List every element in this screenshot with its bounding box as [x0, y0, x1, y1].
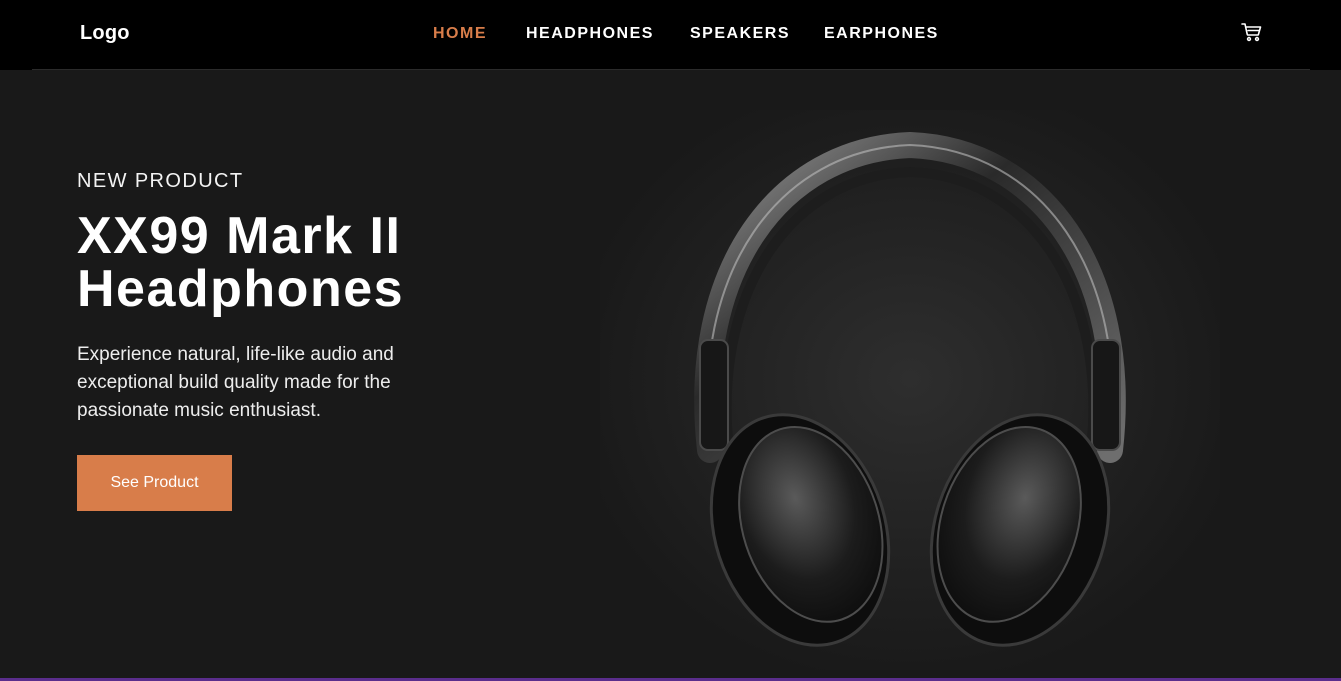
page: Logo HOME HEADPHONES SPEAKERS EARPHONES … — [0, 0, 1341, 681]
see-product-button[interactable]: See Product — [77, 455, 232, 511]
site-header: Logo HOME HEADPHONES SPEAKERS EARPHONES — [0, 0, 1341, 70]
hero-overline: NEW PRODUCT — [77, 170, 244, 192]
cart-icon[interactable] — [1240, 20, 1264, 44]
hero-section: NEW PRODUCT XX99 Mark II Headphones Expe… — [0, 70, 1341, 678]
nav-speakers[interactable]: SPEAKERS — [690, 25, 790, 43]
nav-earphones[interactable]: EARPHONES — [824, 25, 939, 43]
nav-home[interactable]: HOME — [433, 25, 487, 43]
hero-title: XX99 Mark II Headphones — [77, 207, 405, 318]
hero-description: Experience natural, life-like audio and … — [77, 344, 394, 421]
nav-headphones[interactable]: HEADPHONES — [526, 25, 654, 43]
main-nav: HOME HEADPHONES SPEAKERS EARPHONES — [0, 25, 1341, 45]
headphones-image — [600, 110, 1220, 670]
